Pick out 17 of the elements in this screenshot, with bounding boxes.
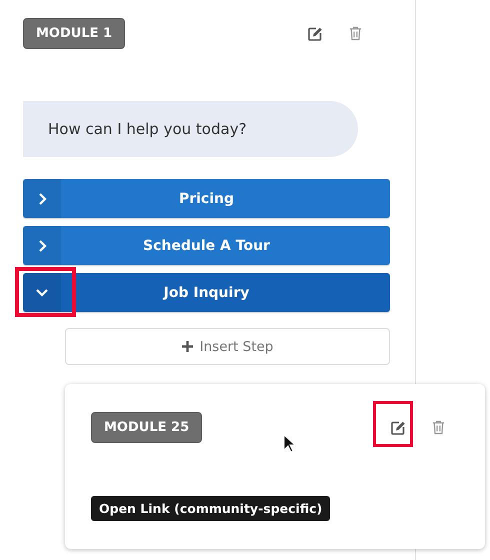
module-badge: MODULE 25: [91, 412, 202, 443]
option-button[interactable]: Schedule A Tour: [23, 226, 390, 265]
option-button[interactable]: Pricing: [23, 179, 390, 218]
delete-icon[interactable]: [348, 26, 362, 41]
insert-step-button[interactable]: Insert Step: [65, 328, 390, 365]
plus-icon: [182, 341, 193, 352]
chevron-down-icon: [35, 288, 49, 297]
action-tag: Open Link (community-specific): [91, 496, 330, 521]
chevron-right-icon: [38, 238, 46, 252]
option-button[interactable]: Job Inquiry: [23, 273, 390, 312]
cursor-icon: [283, 434, 295, 453]
edit-icon[interactable]: [307, 26, 323, 42]
chat-bubble: How can I help you today?: [23, 101, 358, 157]
delete-icon[interactable]: [432, 420, 444, 435]
module-badge: MODULE 1: [23, 18, 126, 49]
chevron-right-icon: [38, 192, 46, 206]
edit-icon[interactable]: [390, 420, 406, 436]
